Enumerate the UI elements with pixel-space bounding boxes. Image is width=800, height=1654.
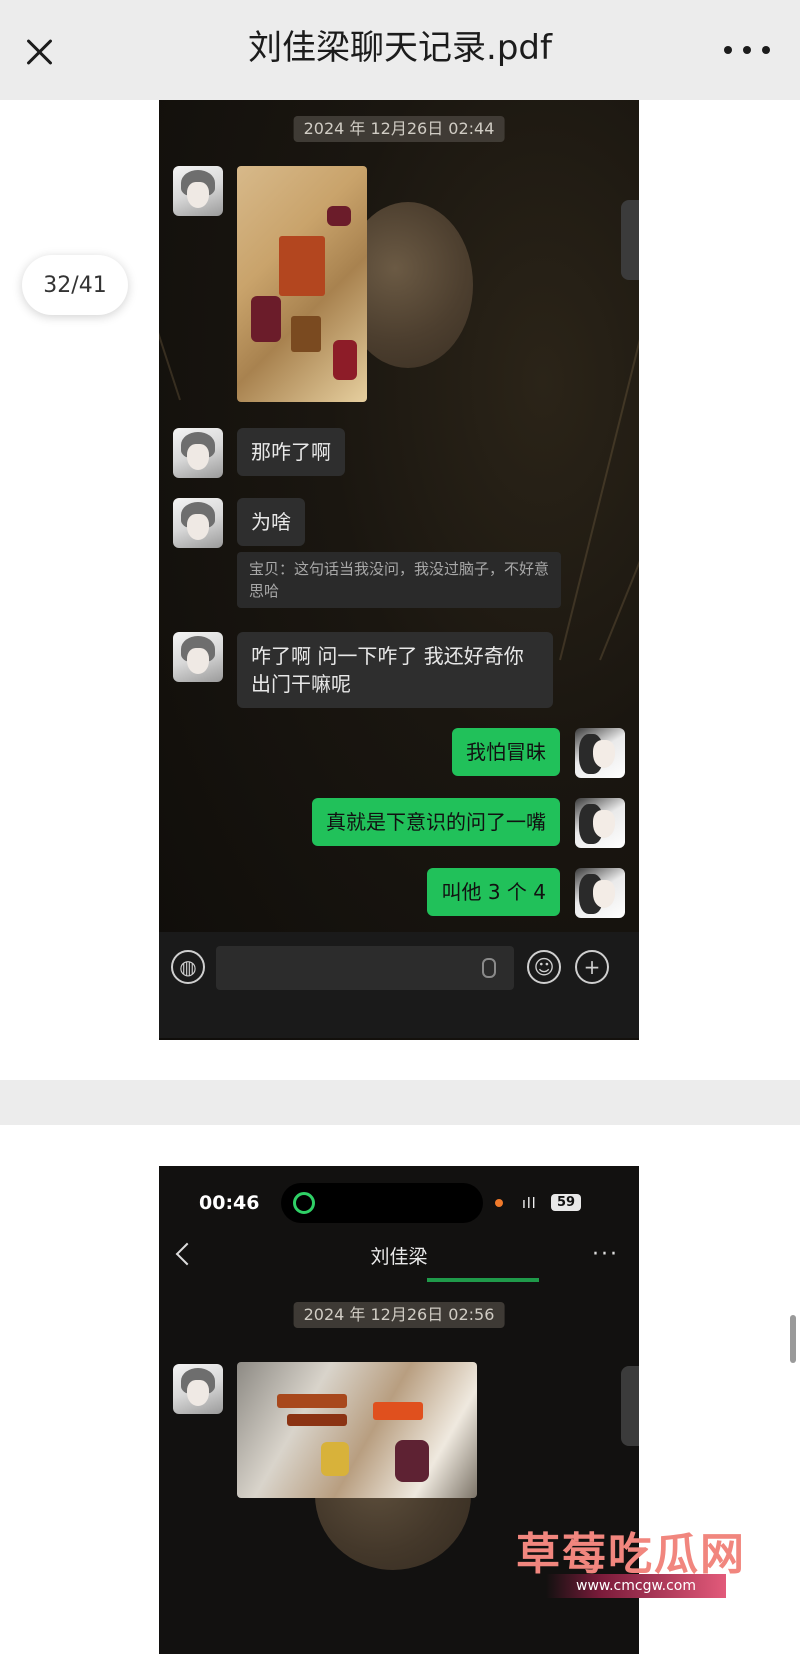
chat-input-bar: ◍ ☺ +: [159, 932, 639, 1038]
date-label: 2024 年 12月26日 02:56: [293, 1302, 505, 1328]
message-input[interactable]: [216, 946, 514, 990]
contact-avatar[interactable]: [173, 498, 223, 548]
contact-avatar[interactable]: [173, 166, 223, 216]
recording-dot-icon: [495, 1199, 503, 1207]
message-bubble-sent[interactable]: 真就是下意识的问了一嘴: [312, 798, 560, 846]
chat-nav-bar: 刘佳梁 ···: [159, 1236, 639, 1286]
my-avatar[interactable]: [575, 868, 625, 918]
page-counter: 32/41: [22, 255, 128, 315]
message-bubble[interactable]: 咋了啊 问一下咋了 我还好奇你出门干嘛呢: [237, 632, 553, 708]
more-options-icon[interactable]: [724, 38, 770, 62]
chat-title: 刘佳梁: [370, 1246, 428, 1268]
watermark-logo: 草莓吃瓜网: [516, 1529, 746, 1580]
sent-bubble-edge: [427, 1278, 539, 1282]
contact-avatar[interactable]: [173, 1364, 223, 1414]
my-avatar[interactable]: [575, 728, 625, 778]
chat-screenshot-1: 2024 年 12月26日 02:44 那咋了啊 为啥 宝贝：这句话当我没问，我…: [159, 100, 639, 1040]
voice-icon[interactable]: ◍: [171, 950, 205, 984]
message-bubble[interactable]: 那咋了啊: [237, 428, 345, 476]
grass-decoration: [559, 339, 639, 661]
quoted-reply[interactable]: 宝贝：这句话当我没问，我没过脑子，不好意思哈: [237, 552, 561, 608]
close-icon[interactable]: [18, 30, 62, 74]
plus-icon[interactable]: +: [575, 950, 609, 984]
emoji-icon[interactable]: ☺: [527, 950, 561, 984]
my-avatar[interactable]: [575, 798, 625, 848]
message-bubble-sent[interactable]: 叫他 3 个 4: [427, 868, 560, 916]
side-tab[interactable]: [621, 200, 639, 280]
wechat-link-icon: [293, 1192, 315, 1214]
message-bubble[interactable]: 为啥: [237, 498, 305, 546]
document-title: 刘佳梁聊天记录.pdf: [248, 28, 552, 68]
food-photo[interactable]: [237, 1362, 477, 1498]
scrollbar[interactable]: [790, 1315, 796, 1363]
mic-icon[interactable]: [482, 958, 496, 978]
top-bar: 刘佳梁聊天记录.pdf: [0, 0, 800, 100]
status-time: 00:46: [199, 1192, 260, 1214]
message-bubble-sent[interactable]: 我怕冒昧: [452, 728, 560, 776]
contact-avatar[interactable]: [173, 632, 223, 682]
date-label: 2024 年 12月26日 02:44: [293, 116, 505, 142]
contact-avatar[interactable]: [173, 428, 223, 478]
battery-icon: 59: [551, 1194, 581, 1211]
watermark-url: www.cmcgw.com: [546, 1574, 726, 1598]
dynamic-island: [281, 1183, 483, 1223]
side-tab[interactable]: [621, 1366, 639, 1446]
food-photo[interactable]: [237, 166, 367, 402]
more-icon[interactable]: ···: [592, 1242, 619, 1267]
signal-icon: ıll: [522, 1196, 537, 1212]
